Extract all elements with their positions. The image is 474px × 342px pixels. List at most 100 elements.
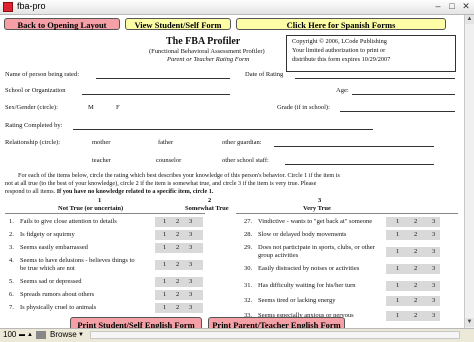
item-row: 29. Does not participate in sports, club… [236, 243, 464, 261]
relationship-teacher[interactable]: teacher [92, 157, 111, 165]
rating-1[interactable]: 1 [396, 231, 399, 239]
rating-3[interactable]: 3 [189, 278, 192, 286]
scale-label-3: Very True [303, 205, 331, 212]
name-line[interactable] [96, 78, 230, 79]
age-line[interactable] [352, 94, 455, 95]
rating-1[interactable]: 1 [163, 244, 166, 252]
copyright-line3: distribute this form expires 10/29/2007 [292, 56, 391, 63]
item-text: Easily distracted by noises or activitie… [258, 265, 360, 272]
item-row: 3. Seems easily embarrassed 1 2 3 [0, 243, 235, 253]
print-parent-teacher-english-form-button[interactable]: Print Parent/Teacher English Form [208, 317, 345, 328]
item-text: Vindictive - wants to "get back at" some… [258, 218, 373, 225]
school-label: School or Organization [5, 87, 66, 94]
rating-3[interactable]: 3 [189, 218, 192, 226]
rating-3[interactable]: 3 [432, 312, 435, 320]
rating-3[interactable]: 3 [432, 282, 435, 290]
relationship-mother[interactable]: mother [92, 139, 110, 147]
sex-m[interactable]: M [88, 104, 94, 112]
vertical-scrollbar[interactable]: ▲ ▼ [464, 15, 474, 328]
rating-1[interactable]: 1 [396, 248, 399, 256]
copyright-line1: Copyright © 2006, LCode Publishing [292, 38, 387, 45]
rating-2[interactable]: 2 [414, 231, 417, 239]
rating-1[interactable]: 1 [396, 218, 399, 226]
app-icon [3, 2, 13, 12]
print-self-english-form-button[interactable]: Print Student/Self English Form [70, 317, 202, 328]
item-text: Is physically cruel to animals [20, 304, 97, 311]
zoom-in-icon[interactable]: ▲ [27, 330, 33, 340]
item-text: Fails to give close attention to details [20, 218, 117, 225]
item-text: Seems to have delusions - believes thing… [20, 257, 135, 264]
zoom-level[interactable]: 100 [3, 330, 16, 340]
rating-3[interactable]: 3 [189, 304, 192, 312]
layout-icon[interactable] [36, 331, 46, 339]
sex-f[interactable]: F [116, 104, 120, 112]
rating-2[interactable]: 2 [414, 312, 417, 320]
rating-2[interactable]: 2 [176, 244, 179, 252]
date-line[interactable] [295, 78, 455, 79]
form-title: The FBA Profiler [166, 36, 241, 47]
instructions-line2: not at all true (to the best of your kno… [5, 180, 317, 187]
rating-2[interactable]: 2 [414, 248, 417, 256]
rating-2[interactable]: 2 [414, 265, 417, 273]
rating-1[interactable]: 1 [163, 231, 166, 239]
relationship-school-staff[interactable]: other school staff: [222, 157, 269, 165]
rating-2[interactable]: 2 [176, 304, 179, 312]
item-row: 27. Vindictive - wants to "get back at" … [236, 217, 464, 227]
rating-completed-line[interactable] [73, 129, 373, 130]
rating-2[interactable]: 2 [176, 291, 179, 299]
rating-1[interactable]: 1 [163, 218, 166, 226]
grade-line[interactable] [340, 111, 455, 112]
zoom-out-icon[interactable]: ▬ [19, 330, 25, 340]
spanish-forms-button[interactable]: Click Here for Spanish Forms [236, 18, 446, 30]
close-icon[interactable]: ✕ [460, 1, 472, 12]
rating-3[interactable]: 3 [432, 297, 435, 305]
instructions-line3: respond to all items. If you have no kno… [5, 188, 214, 195]
rating-2[interactable]: 2 [176, 261, 179, 269]
mode-dropdown-icon[interactable]: ▼ [78, 330, 84, 340]
item-text: Seems easily embarrassed [20, 244, 88, 251]
back-to-opening-layout-button[interactable]: Back to Opening Layout [4, 18, 120, 30]
scroll-down-icon[interactable]: ▼ [465, 318, 474, 327]
rating-1[interactable]: 1 [396, 297, 399, 305]
rating-1[interactable]: 1 [163, 304, 166, 312]
copyright-box: Copyright © 2006, LCode Publishing Your … [286, 35, 456, 72]
rating-2[interactable]: 2 [176, 231, 179, 239]
rating-2[interactable]: 2 [414, 282, 417, 290]
rating-2[interactable]: 2 [414, 218, 417, 226]
relationship-counselor[interactable]: counselor [156, 157, 181, 165]
item-row: 30. Easily distracted by noises or activ… [236, 264, 464, 274]
rating-2[interactable]: 2 [176, 218, 179, 226]
rating-3[interactable]: 3 [432, 218, 435, 226]
rating-1[interactable]: 1 [396, 265, 399, 273]
view-self-form-button[interactable]: View Student/Self Form [125, 18, 231, 30]
relationship-guardian[interactable]: other guardian: [222, 139, 262, 147]
rating-1[interactable]: 1 [163, 278, 166, 286]
rating-1[interactable]: 1 [396, 312, 399, 320]
scale-divider-right [236, 213, 458, 214]
school-line[interactable] [82, 94, 230, 95]
item-row: 32. Seems tired or lacking energy 1 2 3 [236, 296, 464, 306]
maximize-icon[interactable]: □ [446, 1, 458, 12]
relationship-father[interactable]: father [158, 139, 173, 147]
window-title: fba-pro [17, 1, 46, 11]
horizontal-scrollbar[interactable] [90, 331, 460, 339]
rating-2[interactable]: 2 [176, 278, 179, 286]
rating-1[interactable]: 1 [163, 261, 166, 269]
school-staff-line[interactable] [285, 164, 434, 165]
guardian-line[interactable] [274, 146, 434, 147]
rating-3[interactable]: 3 [189, 231, 192, 239]
rating-3[interactable]: 3 [189, 291, 192, 299]
rating-3[interactable]: 3 [189, 244, 192, 252]
rating-2[interactable]: 2 [414, 297, 417, 305]
mode-selector[interactable]: Browse [50, 330, 77, 340]
rating-3[interactable]: 3 [432, 248, 435, 256]
rating-1[interactable]: 1 [396, 282, 399, 290]
scroll-up-icon[interactable]: ▲ [465, 15, 474, 24]
rating-3[interactable]: 3 [432, 231, 435, 239]
rating-3[interactable]: 3 [189, 261, 192, 269]
item-text: Spreads rumors about others [20, 291, 95, 298]
grade-label: Grade (if in school): [277, 104, 330, 111]
minimize-icon[interactable]: – [432, 1, 444, 12]
rating-3[interactable]: 3 [432, 265, 435, 273]
rating-1[interactable]: 1 [163, 291, 166, 299]
